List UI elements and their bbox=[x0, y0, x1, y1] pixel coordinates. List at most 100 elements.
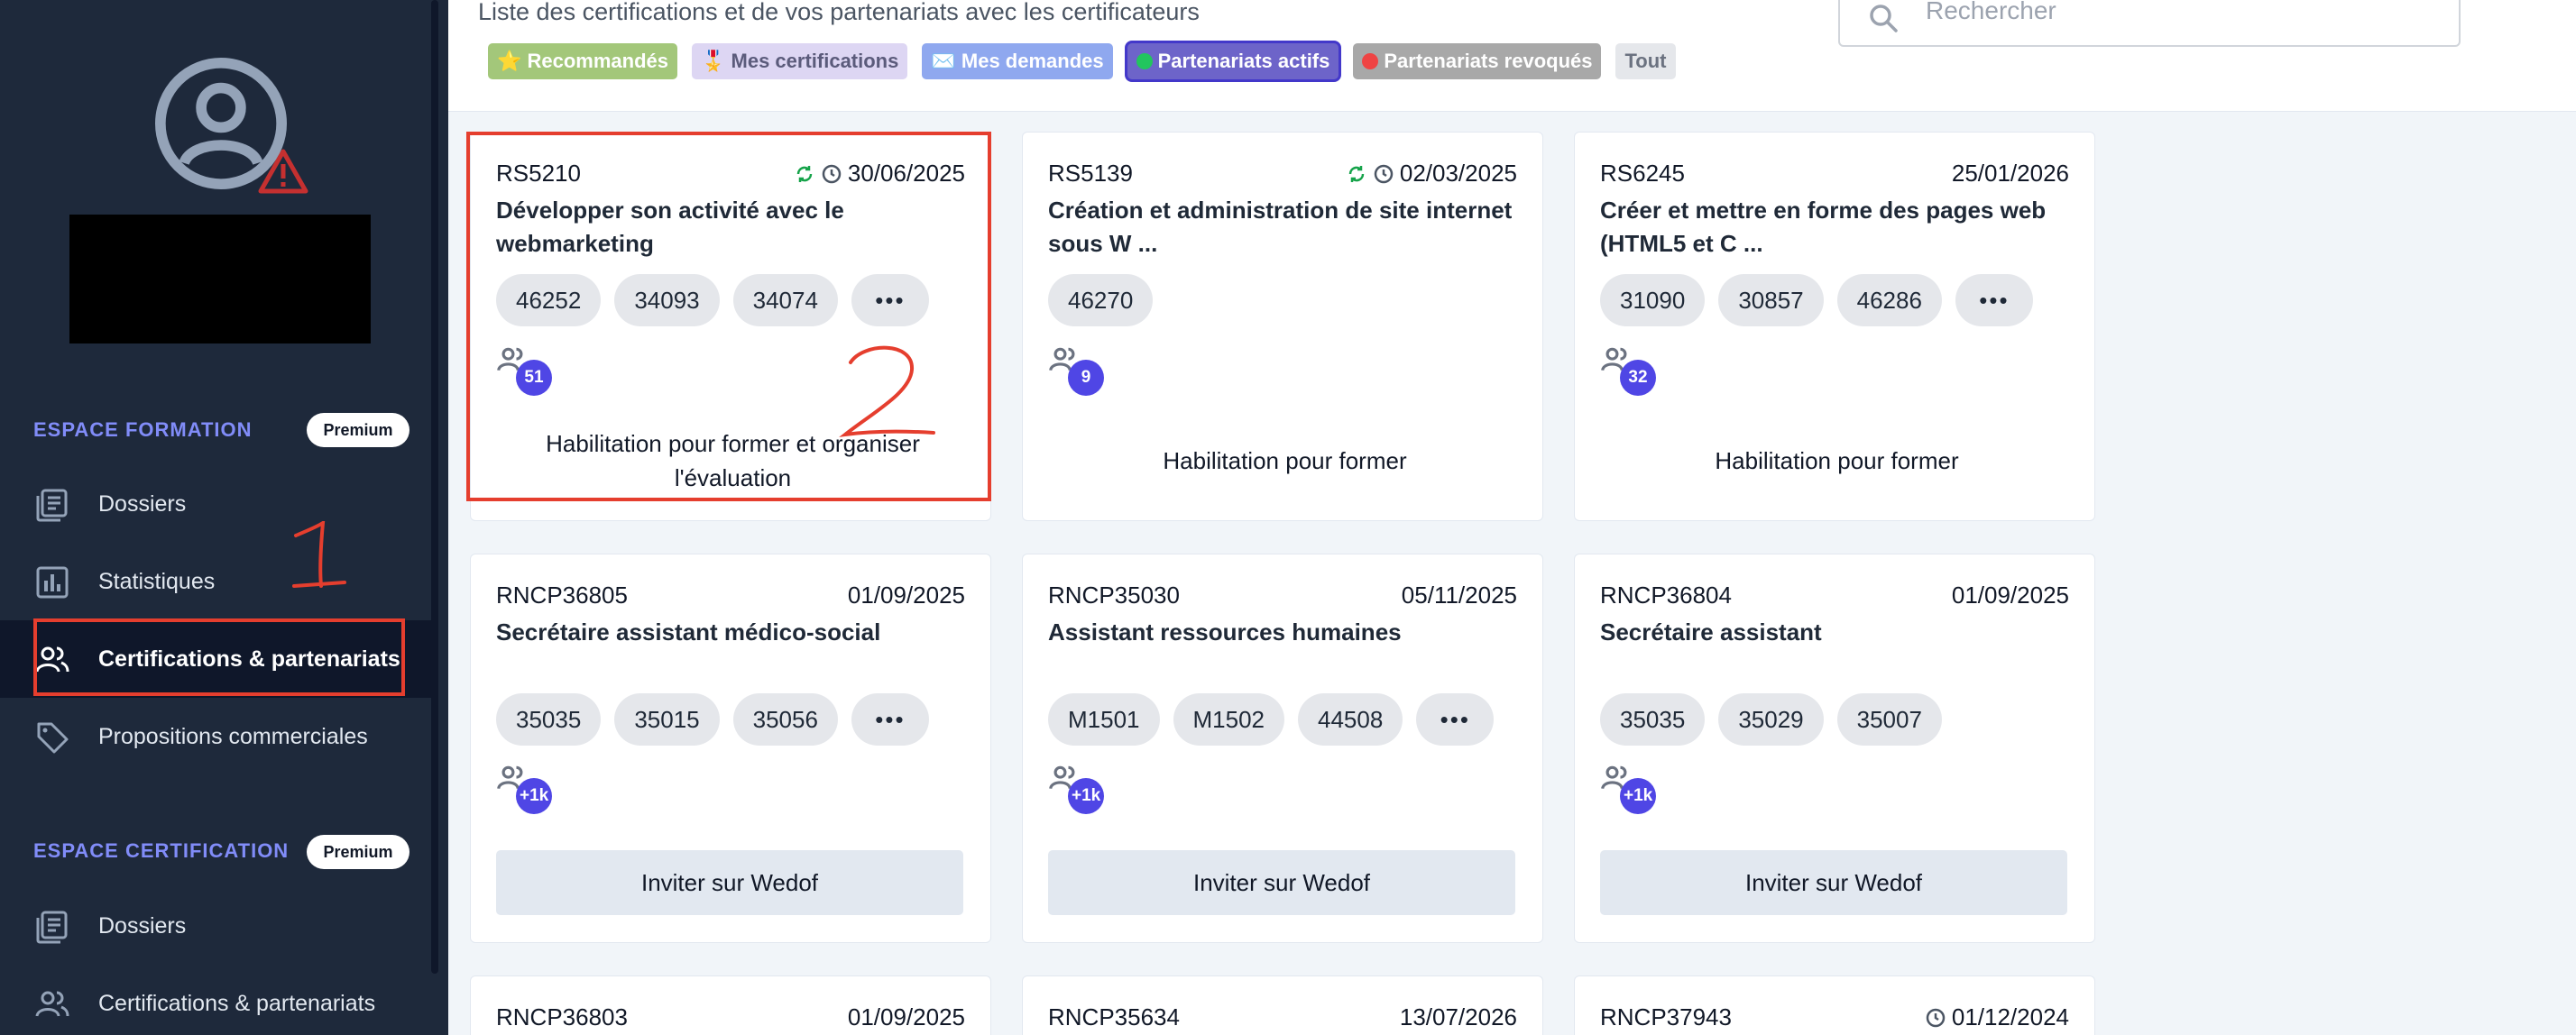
certification-date: 05/11/2025 bbox=[1401, 582, 1517, 609]
users-icon bbox=[35, 991, 69, 1017]
habilitation-text: Habilitation pour former bbox=[1715, 447, 1959, 474]
certification-code: RNCP35634 bbox=[1048, 1003, 1180, 1030]
certification-date: 01/12/2024 bbox=[1925, 1003, 2069, 1031]
more-codes-button[interactable]: ••• bbox=[851, 693, 929, 746]
nav-item-dossiers[interactable]: Dossiers bbox=[0, 465, 438, 543]
certification-code: RNCP36804 bbox=[1600, 582, 1732, 609]
code-pill: M1502 bbox=[1173, 693, 1284, 746]
certification-title: Secrétaire assistant médico-social bbox=[496, 618, 881, 646]
certification-date: 01/09/2025 bbox=[847, 582, 965, 609]
invite-button[interactable]: Inviter sur Wedof bbox=[1600, 850, 2067, 915]
certification-card[interactable]: RNCP35030 05/11/2025 Assistant ressource… bbox=[1022, 554, 1543, 943]
code-pill: 46270 bbox=[1048, 274, 1154, 326]
folder-list-icon bbox=[36, 911, 68, 944]
clock-icon bbox=[1926, 1008, 1946, 1027]
partners-count[interactable]: 32 bbox=[1600, 343, 1658, 401]
warning-icon bbox=[258, 149, 308, 194]
nav-label: Statistiques bbox=[98, 568, 216, 594]
nav-label: Dossiers bbox=[98, 912, 187, 939]
filter-mes-certifications[interactable]: 🎖️ Mes certifications bbox=[692, 43, 908, 79]
certification-card[interactable]: RNCP36803 01/09/2025 bbox=[470, 975, 991, 1035]
rome-codes: 31090 30857 46286 ••• bbox=[1600, 274, 2033, 326]
page-header: Liste des certifications et de vos parte… bbox=[448, 0, 2576, 112]
section-title-certification: ESPACE CERTIFICATION bbox=[33, 839, 290, 862]
clock-icon bbox=[1374, 164, 1394, 183]
annotation-number-1 bbox=[292, 521, 346, 588]
bar-chart-icon bbox=[36, 566, 69, 599]
search-box[interactable] bbox=[1838, 0, 2461, 47]
more-codes-button[interactable]: ••• bbox=[1416, 693, 1495, 746]
filter-partenariats-revoques[interactable]: Partenariats revoqués bbox=[1353, 43, 1602, 79]
code-pill: 35035 bbox=[1600, 693, 1706, 746]
sync-icon bbox=[1348, 165, 1365, 182]
certification-card[interactable]: RNCP35634 13/07/2026 bbox=[1022, 975, 1543, 1035]
filter-chips: ⭐ Recommandés 🎖️ Mes certifications ✉️ M… bbox=[488, 43, 1676, 79]
more-codes-button[interactable]: ••• bbox=[1955, 274, 2033, 326]
filter-tout[interactable]: Tout bbox=[1615, 43, 1676, 79]
partners-badge: +1k bbox=[516, 778, 553, 814]
nav-item-propositions-commerciales[interactable]: Propositions commerciales bbox=[0, 698, 438, 775]
section-title-formation: ESPACE FORMATION bbox=[33, 418, 253, 441]
certification-code: RS5139 bbox=[1048, 160, 1133, 187]
nav-label: Propositions commerciales bbox=[98, 723, 368, 749]
certification-card[interactable]: RS6245 25/01/2026 Créer et mettre en for… bbox=[1574, 132, 2095, 521]
nav-item-statistiques[interactable]: Statistiques bbox=[0, 543, 438, 620]
partners-badge: 9 bbox=[1068, 360, 1104, 396]
annotation-box-1 bbox=[33, 618, 405, 696]
certification-code: RNCP36803 bbox=[496, 1003, 628, 1030]
code-pill: 35056 bbox=[732, 693, 838, 746]
partners-badge: +1k bbox=[1620, 778, 1657, 814]
rome-codes: M1501 M1502 44508 ••• bbox=[1048, 693, 1495, 746]
certification-title: Créer et mettre en forme des pages web (… bbox=[1600, 197, 2047, 257]
annotation-number-2 bbox=[839, 345, 935, 437]
green-dot-icon bbox=[1136, 53, 1153, 69]
filter-recommandes[interactable]: ⭐ Recommandés bbox=[488, 43, 678, 79]
certification-card[interactable]: RNCP37943 01/12/2024 bbox=[1574, 975, 2095, 1035]
invite-button[interactable]: Inviter sur Wedof bbox=[1048, 850, 1515, 915]
red-dot-icon bbox=[1362, 53, 1379, 69]
certification-date: 02/03/2025 bbox=[1346, 160, 1517, 188]
certification-card[interactable]: RNCP36805 01/09/2025 Secrétaire assistan… bbox=[470, 554, 991, 943]
premium-badge: Premium bbox=[307, 835, 409, 869]
certification-card[interactable]: RNCP36804 01/09/2025 Secrétaire assistan… bbox=[1574, 554, 2095, 943]
certification-date: 01/09/2025 bbox=[1951, 582, 2069, 609]
partners-count[interactable]: +1k bbox=[496, 762, 554, 820]
code-pill: 35007 bbox=[1836, 693, 1942, 746]
partners-count[interactable]: +1k bbox=[1048, 762, 1106, 820]
folder-list-icon bbox=[36, 489, 68, 522]
main-content: Liste des certifications et de vos parte… bbox=[448, 0, 2576, 1035]
nav-item-certifications-partenariats-certification[interactable]: Certifications & partenariats bbox=[0, 965, 438, 1035]
certification-date: 01/09/2025 bbox=[847, 1003, 965, 1030]
search-input[interactable] bbox=[1926, 0, 2431, 29]
nav-label: Dossiers bbox=[98, 490, 187, 517]
annotation-box-2 bbox=[466, 132, 991, 501]
certification-code: RNCP35030 bbox=[1048, 582, 1180, 609]
partners-badge: 32 bbox=[1620, 360, 1656, 396]
invite-button[interactable]: Inviter sur Wedof bbox=[496, 850, 963, 915]
search-icon bbox=[1870, 5, 1898, 32]
filter-partenariats-actifs[interactable]: Partenariats actifs bbox=[1127, 43, 1339, 79]
partners-badge: +1k bbox=[1068, 778, 1105, 814]
code-pill: 31090 bbox=[1600, 274, 1706, 326]
partners-count[interactable]: +1k bbox=[1600, 762, 1658, 820]
certification-card[interactable]: RS5139 02/03/2025 Création et administra… bbox=[1022, 132, 1543, 521]
page-subtitle: Liste des certifications et de vos parte… bbox=[478, 0, 1200, 25]
code-pill: M1501 bbox=[1048, 693, 1160, 746]
certification-code: RNCP37943 bbox=[1600, 1003, 1732, 1030]
nav-item-dossiers-certification[interactable]: Dossiers bbox=[0, 887, 438, 965]
certification-title: Secrétaire assistant bbox=[1600, 618, 1822, 646]
rome-codes: 46270 bbox=[1048, 274, 1154, 326]
habilitation-text: Habilitation pour former bbox=[1163, 447, 1407, 474]
rome-codes: 35035 35029 35007 bbox=[1600, 693, 1942, 746]
certification-code: RNCP36805 bbox=[496, 582, 628, 609]
nav-label: Certifications & partenariats bbox=[98, 990, 376, 1016]
certification-title: Création et administration de site inter… bbox=[1048, 197, 1513, 257]
code-pill: 30857 bbox=[1718, 274, 1824, 326]
sidebar: ESPACE FORMATION Premium Dossiers Statis… bbox=[0, 0, 448, 1035]
certification-title: Assistant ressources humaines bbox=[1048, 618, 1402, 646]
certification-date: 13/07/2026 bbox=[1399, 1003, 1517, 1030]
premium-badge: Premium bbox=[307, 413, 409, 447]
filter-mes-demandes[interactable]: ✉️ Mes demandes bbox=[922, 43, 1113, 79]
partners-count[interactable]: 9 bbox=[1048, 343, 1106, 401]
tag-icon bbox=[37, 722, 69, 754]
